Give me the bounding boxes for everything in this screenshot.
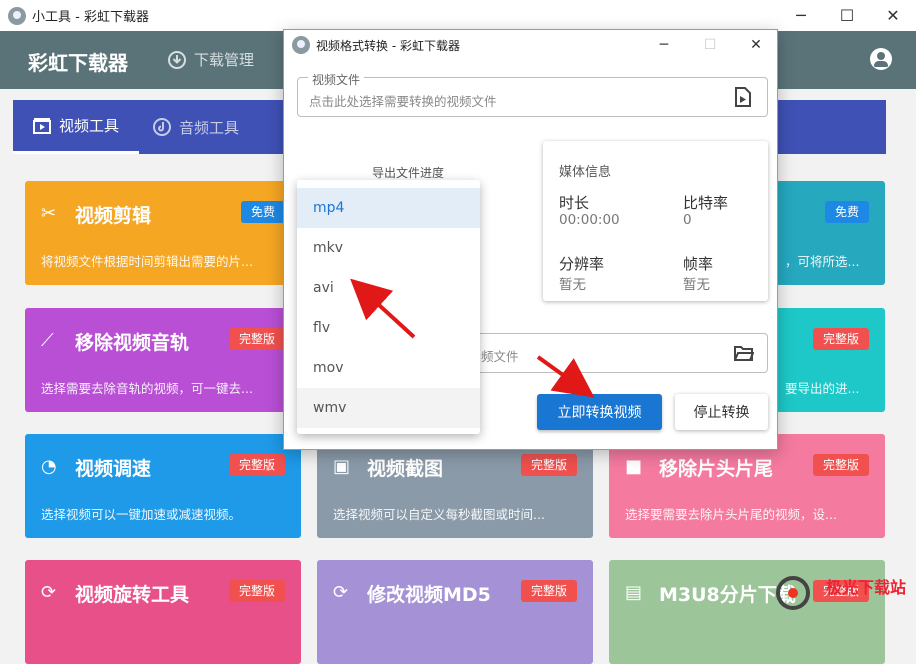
card-badge: 完整版	[228, 328, 285, 350]
video-camera-icon: ■	[625, 456, 643, 477]
card-badge: 完整版	[520, 454, 577, 476]
app-name: 彩虹下载器	[28, 51, 128, 75]
dialog-titlebar: 视频格式转换 - 彩虹下载器 ─ ☐ ✕	[284, 30, 777, 60]
video-file-placeholder: 点击此处选择需要转换的视频文件	[309, 94, 497, 109]
window-title: 小工具 - 彩虹下载器	[32, 10, 149, 25]
nav-download-label: 下载管理	[194, 51, 255, 69]
bitrate-label: 比特率	[683, 194, 729, 212]
tab-audio-label: 音频工具	[179, 118, 240, 137]
image-icon: ▣	[333, 456, 351, 477]
resolution-value: 暂无	[559, 277, 586, 293]
card-badge: 免费	[824, 201, 869, 223]
dialog-title: 视频格式转换 - 彩虹下载器	[316, 38, 460, 53]
dialog-maximize-button: ☐	[703, 37, 717, 53]
card-desc: 要导出的进...	[785, 381, 860, 396]
duration-label: 时长	[559, 194, 590, 212]
format-option-mp4[interactable]: mp4	[297, 188, 480, 228]
format-option-flv[interactable]: flv	[297, 308, 480, 348]
nav-download-manager[interactable]: 下载管理	[168, 49, 254, 70]
card-badge: 完整版	[812, 328, 869, 350]
card-desc: 将视频文件根据时间剪辑出需要的片...	[41, 254, 253, 269]
framerate-label: 帧率	[683, 255, 714, 273]
minimize-button[interactable]: ─	[778, 0, 824, 31]
card-desc: 选择需要去除音轨的视频，可一键去...	[41, 381, 253, 396]
refresh-icon: ⟳	[333, 582, 349, 603]
format-option-mkv[interactable]: mkv	[297, 228, 480, 268]
card-badge: 完整版	[812, 454, 869, 476]
watermark-text: 极光下载站	[826, 578, 907, 597]
export-progress-label: 导出文件进度	[372, 166, 445, 180]
card-title: 视频旋转工具	[75, 584, 190, 606]
dialog-close-button[interactable]: ✕	[733, 30, 779, 60]
speedometer-icon: ◔	[41, 456, 57, 477]
app-logo-icon	[292, 36, 310, 54]
video-file-label: 视频文件	[308, 71, 365, 88]
card-title: 视频调速	[75, 458, 152, 480]
card-title: 视频截图	[367, 458, 444, 480]
stop-convert-button[interactable]: 停止转换	[675, 394, 768, 430]
card-video-speed[interactable]: ◔ 视频调速 完整版 选择视频可以一键加速或减速视频。	[25, 434, 301, 538]
account-circle-icon[interactable]	[870, 48, 892, 70]
folder-open-icon[interactable]	[734, 345, 754, 361]
package-icon: ▤	[625, 582, 643, 603]
tab-video-label: 视频工具	[58, 117, 119, 135]
video-tools-icon	[32, 117, 51, 134]
card-desc: 选择视频可以自定义每秒截图或时间...	[333, 507, 545, 522]
audio-tools-icon	[153, 118, 171, 136]
watermark-dot	[788, 588, 798, 598]
remove-track-icon: ⟋	[41, 330, 54, 351]
card-title: 视频剪辑	[75, 205, 152, 227]
tab-video-tools[interactable]: 视频工具	[13, 100, 139, 154]
card-badge: 完整版	[228, 580, 285, 602]
download-icon	[168, 50, 186, 69]
format-option-wmv[interactable]: wmv	[297, 388, 480, 428]
format-dropdown-menu: mp4 mkv avi flv mov wmv	[297, 180, 480, 434]
card-modify-md5[interactable]: ⟳ 修改视频MD5 完整版	[317, 560, 593, 664]
close-button[interactable]: ✕	[870, 0, 916, 31]
card-title: 移除视频音轨	[75, 332, 190, 354]
card-badge: 免费	[240, 201, 285, 223]
format-option-avi[interactable]: avi	[297, 268, 480, 308]
card-title: 移除片头片尾	[659, 458, 774, 480]
window-titlebar: 小工具 - 彩虹下载器 ─ ☐ ✕	[0, 0, 916, 31]
framerate-value: 暂无	[683, 277, 710, 293]
card-title: 修改视频MD5	[367, 584, 491, 606]
maximize-button[interactable]: ☐	[824, 0, 870, 31]
video-file-icon[interactable]	[735, 87, 751, 107]
card-desc: 选择视频可以一键加速或减速视频。	[41, 507, 242, 522]
card-badge: 完整版	[228, 454, 285, 476]
bitrate-value: 0	[683, 212, 692, 228]
scissors-icon: ✂	[41, 203, 57, 224]
media-info-card: 媒体信息 时长 00:00:00 比特率 0 分辨率 暂无 帧率 暂无	[543, 141, 768, 301]
format-option-mov[interactable]: mov	[297, 348, 480, 388]
save-path-placeholder: 频文件	[481, 349, 519, 364]
card-badge: 完整版	[520, 580, 577, 602]
dialog-minimize-button[interactable]: ─	[641, 30, 687, 60]
card-remove-audio[interactable]: ⟋ 移除视频音轨 完整版 选择需要去除音轨的视频，可一键去...	[25, 308, 301, 412]
rotate-icon: ⟳	[41, 582, 57, 603]
card-video-rotate[interactable]: ⟳ 视频旋转工具 完整版	[25, 560, 301, 664]
card-desc: ，可将所选...	[785, 254, 860, 269]
card-video-clip[interactable]: ✂ 视频剪辑 免费 将视频文件根据时间剪辑出需要的片...	[25, 181, 301, 285]
convert-video-button[interactable]: 立即转换视频	[537, 394, 662, 430]
tab-audio-tools[interactable]: 音频工具	[153, 100, 263, 154]
site-watermark: 极光下载站	[776, 572, 916, 612]
media-info-title: 媒体信息	[559, 165, 612, 180]
resolution-label: 分辨率	[559, 255, 605, 273]
card-desc: 选择要需要去除片头片尾的视频，设...	[625, 507, 837, 522]
duration-value: 00:00:00	[559, 212, 620, 228]
app-logo-icon	[8, 6, 26, 25]
